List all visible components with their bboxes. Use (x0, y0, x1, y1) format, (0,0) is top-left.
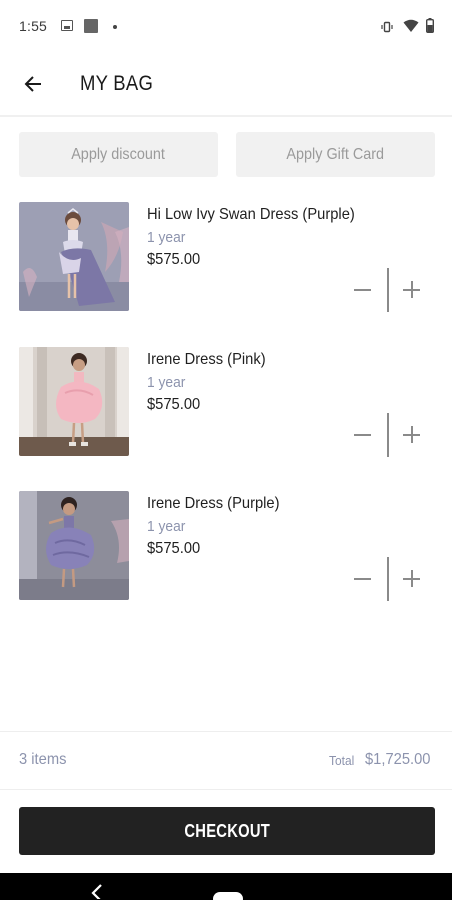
more-notifications-icon (113, 25, 117, 29)
apply-gift-card-label: Apply Gift Card (286, 145, 385, 163)
apply-gift-card-button[interactable]: Apply Gift Card (236, 132, 435, 177)
vibrate-icon (381, 21, 393, 33)
back-button[interactable] (18, 69, 48, 99)
summary-divider (0, 731, 452, 732)
product-image[interactable] (19, 347, 129, 456)
checkout-button[interactable]: CHECKOUT (19, 807, 435, 855)
item-size: 1 year (147, 518, 186, 535)
header-divider (0, 115, 452, 117)
app-notification-icon (84, 19, 98, 33)
item-name[interactable]: Hi Low Ivy Swan Dress (Purple) (147, 206, 355, 224)
cart-item: Irene Dress (Pink) 1 year $575.00 (0, 347, 452, 467)
status-bar: 1:55 (0, 0, 452, 56)
decrease-quantity-button[interactable] (350, 422, 376, 448)
items-count: 3 items (19, 751, 67, 768)
quantity-divider (387, 557, 389, 601)
increase-quantity-button[interactable] (399, 566, 425, 592)
quantity-divider (387, 413, 389, 457)
item-size: 1 year (147, 229, 186, 246)
nav-back-icon[interactable] (88, 883, 104, 899)
product-image[interactable] (19, 202, 129, 311)
item-name[interactable]: Irene Dress (Pink) (147, 351, 266, 369)
nav-home-pill[interactable] (213, 892, 243, 900)
product-image[interactable] (19, 491, 129, 600)
status-time: 1:55 (19, 18, 48, 34)
apply-discount-button[interactable]: Apply discount (19, 132, 218, 177)
item-size: 1 year (147, 374, 186, 391)
summary-divider (0, 789, 452, 790)
gallery-notification-icon (61, 20, 73, 31)
cart-item: Irene Dress (Purple) 1 year $575.00 (0, 491, 452, 611)
system-navigation-bar (0, 873, 452, 900)
app-header: MY BAG (0, 56, 452, 114)
increase-quantity-button[interactable] (399, 422, 425, 448)
quantity-divider (387, 268, 389, 312)
item-name[interactable]: Irene Dress (Purple) (147, 495, 280, 513)
increase-quantity-button[interactable] (399, 277, 425, 303)
page-title: MY BAG (80, 72, 154, 95)
total-label: Total (329, 753, 355, 768)
checkout-label: CHECKOUT (184, 820, 270, 841)
decrease-quantity-button[interactable] (350, 566, 376, 592)
item-price: $575.00 (147, 540, 201, 557)
apply-discount-label: Apply discount (71, 145, 166, 163)
wifi-icon (403, 19, 419, 32)
battery-icon (426, 18, 434, 33)
item-price: $575.00 (147, 251, 201, 268)
decrease-quantity-button[interactable] (350, 277, 376, 303)
total-value: $1,725.00 (365, 751, 431, 768)
arrow-left-icon (24, 76, 41, 92)
cart-item: Hi Low Ivy Swan Dress (Purple) 1 year $5… (0, 202, 452, 322)
item-price: $575.00 (147, 396, 201, 413)
